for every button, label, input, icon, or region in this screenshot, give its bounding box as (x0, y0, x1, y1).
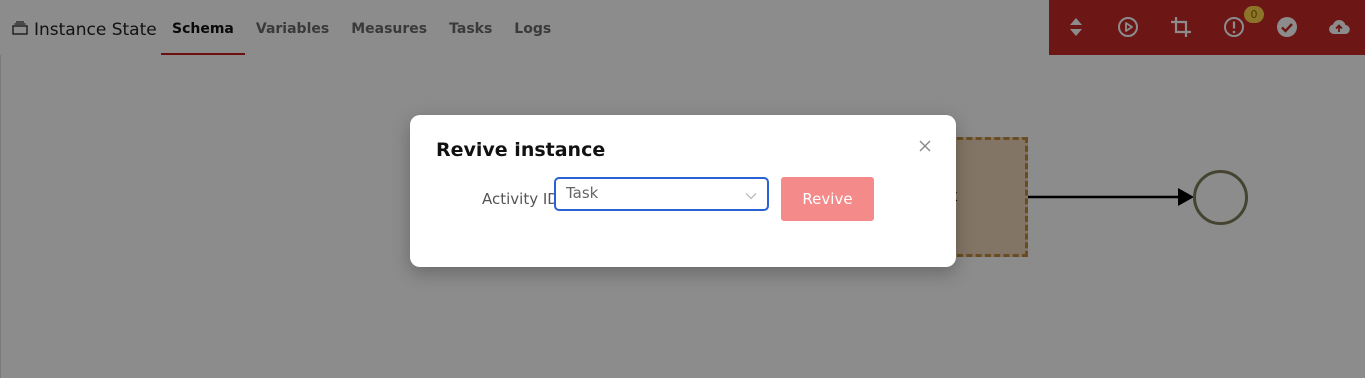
chevron-down-icon (745, 193, 757, 200)
revive-instance-dialog: Revive instance Activity ID Task Revive (410, 115, 956, 267)
activity-id-value: Task (566, 184, 599, 202)
close-icon[interactable] (918, 139, 932, 153)
activity-id-select[interactable]: Task (554, 177, 769, 211)
dialog-title: Revive instance (436, 139, 606, 161)
activity-id-label: Activity ID (482, 190, 559, 208)
revive-button[interactable]: Revive (781, 177, 874, 221)
